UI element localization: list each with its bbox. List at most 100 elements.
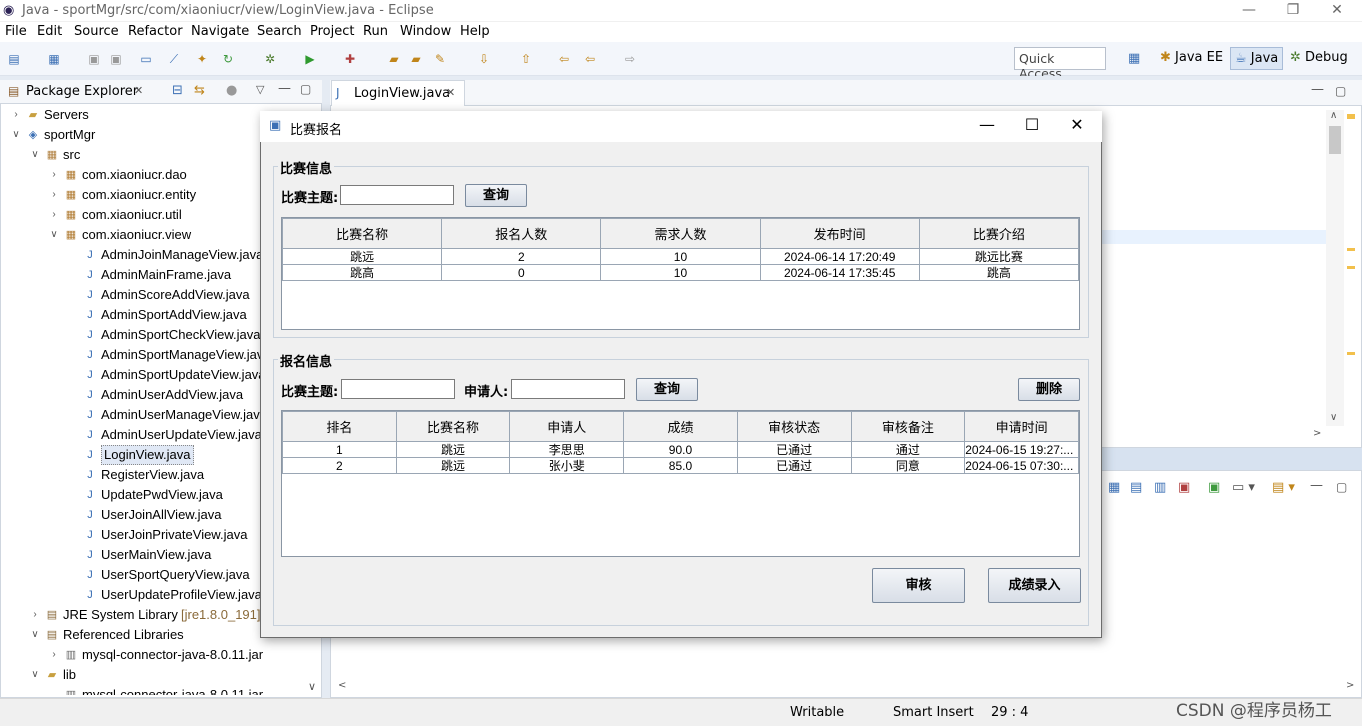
editor-maximize-icon[interactable]: ▢: [1335, 84, 1346, 98]
package-explorer-title[interactable]: Package Explorer: [26, 84, 138, 99]
editor-minimize-icon[interactable]: —: [1311, 82, 1324, 97]
maximize-button[interactable]: ❐: [1270, 2, 1316, 18]
editor-scroll-up-icon[interactable]: ∧: [1330, 110, 1337, 121]
competition-query-button[interactable]: 查询: [465, 184, 527, 207]
annotation-icon[interactable]: ⇩: [476, 51, 492, 67]
dialog-maximize-button[interactable]: ☐: [1009, 115, 1055, 134]
menu-edit[interactable]: Edit: [37, 24, 62, 39]
expanded-arrow-icon[interactable]: ∨: [48, 225, 60, 245]
scroll-lock-icon[interactable]: ▥: [1154, 480, 1166, 495]
clear-console-icon[interactable]: ▣: [1178, 480, 1190, 495]
expanded-arrow-icon[interactable]: ∨: [10, 125, 22, 145]
expanded-arrow-icon[interactable]: ∨: [29, 145, 41, 165]
editor-tab[interactable]: J LoginView.java ✕: [331, 80, 465, 106]
perspective-java[interactable]: ☕ Java: [1230, 47, 1284, 70]
close-view-icon[interactable]: ✕: [134, 84, 143, 97]
table-row[interactable]: 1 跳远 李思思 90.0 已通过 通过 2024-06-15 19:27:...: [282, 441, 1079, 458]
signup-topic-input[interactable]: [341, 379, 455, 399]
score-entry-button[interactable]: 成绩录入: [988, 568, 1081, 603]
new-package-icon[interactable]: ▦: [46, 51, 62, 67]
column-header[interactable]: 发布时间: [759, 218, 920, 249]
save-icon[interactable]: ▣: [86, 51, 102, 67]
panel-maximize-icon[interactable]: ▢: [1336, 480, 1347, 494]
filter-icon[interactable]: ●: [226, 83, 237, 98]
open-task-icon[interactable]: ▰: [408, 51, 424, 67]
view-menu-icon[interactable]: ▽: [256, 83, 264, 96]
column-header[interactable]: 成绩: [623, 411, 738, 442]
refresh-icon[interactable]: ↻: [220, 51, 236, 67]
column-header[interactable]: 报名人数: [441, 218, 602, 249]
menu-help[interactable]: Help: [460, 24, 490, 39]
column-header[interactable]: 申请时间: [964, 411, 1079, 442]
column-header[interactable]: 比赛名称: [395, 411, 511, 442]
menu-run[interactable]: Run: [363, 24, 388, 39]
panel-minimize-icon[interactable]: —: [1310, 478, 1323, 493]
editor-scroll-thumb[interactable]: [1329, 126, 1341, 154]
external-tools-icon[interactable]: ✚: [342, 51, 358, 67]
menu-file[interactable]: File: [5, 24, 27, 39]
pin-console-icon[interactable]: ▣: [1208, 480, 1220, 495]
minimize-view-icon[interactable]: —: [278, 81, 291, 96]
column-header[interactable]: 排名: [282, 411, 397, 442]
review-button[interactable]: 审核: [872, 568, 965, 603]
menu-navigate[interactable]: Navigate: [191, 24, 249, 39]
table-row[interactable]: 2 跳远 张小斐 85.0 已通过 同意 2024-06-15 07:30:...: [282, 457, 1079, 474]
menu-project[interactable]: Project: [310, 24, 354, 39]
collapsed-arrow-icon[interactable]: ›: [48, 165, 60, 185]
skip-breakpoints-icon[interactable]: ⟋: [166, 51, 182, 67]
collapse-all-icon[interactable]: ⊟: [172, 83, 183, 98]
editor-tab-close-icon[interactable]: ✕: [446, 86, 455, 99]
perspective-debug[interactable]: ✲ Debug: [1290, 50, 1348, 65]
expanded-arrow-icon[interactable]: ∨: [29, 665, 41, 685]
run-icon[interactable]: ▶: [302, 51, 318, 67]
menu-refactor[interactable]: Refactor: [128, 24, 183, 39]
panel-hscroll-right-icon[interactable]: >: [1346, 680, 1354, 691]
signup-query-button[interactable]: 查询: [636, 378, 698, 401]
open-perspective-icon[interactable]: ▦: [1128, 51, 1140, 66]
editor-hscroll-right-icon[interactable]: >: [1313, 428, 1321, 439]
column-header[interactable]: 申请人: [509, 411, 625, 442]
column-header[interactable]: 比赛介绍: [918, 218, 1080, 249]
close-button[interactable]: ✕: [1314, 2, 1360, 18]
open-type-icon[interactable]: ✦: [194, 51, 210, 67]
menu-search[interactable]: Search: [257, 24, 302, 39]
collapsed-arrow-icon[interactable]: ›: [48, 185, 60, 205]
menu-window[interactable]: Window: [400, 24, 451, 39]
terminate-icon[interactable]: ▦: [1108, 480, 1120, 495]
column-header[interactable]: 比赛名称: [281, 218, 443, 249]
collapsed-arrow-icon[interactable]: ›: [29, 605, 41, 625]
collapsed-arrow-icon[interactable]: ›: [10, 105, 22, 125]
table-row[interactable]: 跳远 2 10 2024-06-14 17:20:49 跳远比赛: [281, 248, 1080, 265]
perspective-java-ee[interactable]: ✱ Java EE: [1160, 50, 1223, 65]
panel-hscroll-left-icon[interactable]: <: [338, 680, 346, 691]
open-folder-icon[interactable]: ▰: [386, 51, 402, 67]
remove-launch-icon[interactable]: ▤: [1130, 480, 1142, 495]
column-header[interactable]: 审核备注: [850, 411, 966, 442]
link-editor-icon[interactable]: ⇆: [194, 83, 205, 98]
save-all-icon[interactable]: ▣: [108, 51, 124, 67]
up-icon[interactable]: ⇧: [518, 51, 534, 67]
quick-access-input[interactable]: Quick Access: [1014, 47, 1106, 81]
tree-scroll-down-icon[interactable]: ∨: [308, 680, 316, 693]
column-header[interactable]: 审核状态: [736, 411, 852, 442]
dialog-close-button[interactable]: ✕: [1054, 115, 1100, 134]
editor-vertical-scrollbar[interactable]: [1326, 110, 1344, 426]
expanded-arrow-icon[interactable]: ∨: [29, 625, 41, 645]
column-header[interactable]: 需求人数: [600, 218, 761, 249]
table-row[interactable]: 跳高 0 10 2024-06-14 17:35:45 跳高: [281, 264, 1080, 281]
collapsed-arrow-icon[interactable]: ›: [48, 645, 60, 665]
pen-icon[interactable]: ✎: [432, 51, 448, 67]
competition-topic-input[interactable]: [340, 185, 454, 205]
collapsed-arrow-icon[interactable]: ›: [48, 205, 60, 225]
new-icon[interactable]: ▤: [6, 51, 22, 67]
back-icon[interactable]: ⇦: [582, 51, 598, 67]
delete-button[interactable]: 删除: [1018, 378, 1080, 401]
applicant-input[interactable]: [511, 379, 625, 399]
console-icon[interactable]: ▭: [138, 51, 154, 67]
dialog-minimize-button[interactable]: —: [964, 115, 1010, 134]
menu-source[interactable]: Source: [74, 24, 119, 39]
editor-scroll-down-icon[interactable]: ∨: [1330, 412, 1337, 423]
debug-icon[interactable]: ✲: [262, 51, 278, 67]
back-nav-icon[interactable]: ⇦: [556, 51, 572, 67]
forward-icon[interactable]: ⇨: [622, 51, 638, 67]
